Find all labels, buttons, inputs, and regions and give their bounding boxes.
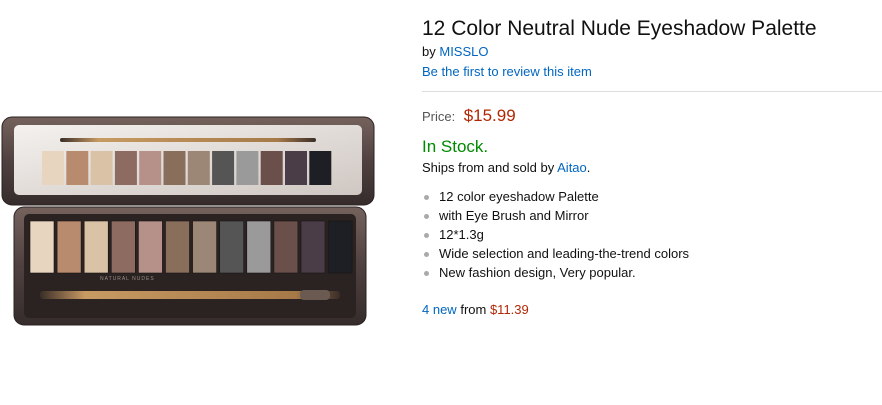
- product-title: 12 Color Neutral Nude Eyeshadow Palette: [422, 17, 817, 40]
- feature-item: Wide selection and leading-the-trend col…: [422, 245, 689, 264]
- palette-brand-text: NATURAL NUDES: [100, 276, 155, 282]
- ships-prefix: Ships from and sold by: [422, 160, 555, 175]
- bullet-icon: [424, 214, 429, 219]
- feature-text: 12 color eyeshadow Palette: [439, 189, 599, 204]
- offers-from-text: from: [460, 302, 487, 317]
- bullet-icon: [424, 233, 429, 238]
- feature-item: New fashion design, Very popular.: [422, 264, 689, 283]
- offers-row: 4 new from $11.39: [422, 302, 529, 317]
- shade-reflection: [260, 151, 283, 185]
- seller-link[interactable]: Aitao: [557, 160, 587, 175]
- base-brush: [40, 291, 340, 299]
- feature-item: 12 color eyeshadow Palette: [422, 188, 689, 207]
- shade-reflection: [114, 151, 137, 185]
- shade-pan: [192, 220, 217, 274]
- feature-text: New fashion design, Very popular.: [439, 265, 636, 280]
- shade-pan: [111, 220, 136, 274]
- bullet-icon: [424, 252, 429, 257]
- eyeshadow-palette-image: NATURAL NUDES: [1, 116, 375, 326]
- shade-reflection: [66, 151, 89, 185]
- price-value: $15.99: [463, 106, 516, 125]
- price-label: Price:: [422, 109, 456, 124]
- brush-tip: [300, 290, 330, 300]
- shade-reflection: [90, 151, 113, 185]
- shade-reflection: [187, 151, 210, 185]
- new-offers-link[interactable]: 4 new: [422, 302, 457, 317]
- review-link[interactable]: Be the first to review this item: [422, 64, 592, 79]
- shade-reflection: [42, 151, 64, 185]
- ships-from: Ships from and sold by Aitao.: [422, 160, 590, 175]
- shade-pan: [138, 220, 163, 274]
- stock-status: In Stock.: [422, 137, 489, 156]
- shade-reflection: [309, 151, 332, 185]
- by-prefix: by: [422, 44, 436, 59]
- product-image[interactable]: NATURAL NUDES: [0, 115, 380, 330]
- shade-reflection: [285, 151, 307, 185]
- shade-pan: [165, 220, 190, 274]
- shade-pan: [56, 220, 82, 274]
- feature-text: 12*1.3g: [439, 227, 484, 242]
- shade-pan: [29, 220, 55, 274]
- offers-price: $11.39: [489, 302, 529, 317]
- shade-pan: [83, 220, 109, 274]
- shade-reflection: [212, 151, 235, 185]
- feature-text: with Eye Brush and Mirror: [439, 208, 589, 223]
- feature-item: 12*1.3g: [422, 226, 689, 245]
- shade-pan: [327, 220, 353, 274]
- bullet-icon: [424, 195, 429, 200]
- feature-list: 12 color eyeshadow Palette with Eye Brus…: [422, 188, 689, 283]
- shade-pan: [273, 220, 299, 274]
- price-row: Price: $15.99: [422, 106, 516, 126]
- review-row: Be the first to review this item: [422, 64, 592, 79]
- byline: by MISSLO: [422, 44, 488, 59]
- feature-item: with Eye Brush and Mirror: [422, 207, 689, 226]
- shade-pan: [246, 220, 272, 274]
- shade-pan: [219, 220, 244, 274]
- shade-reflection: [139, 151, 162, 185]
- shade-reflection: [163, 151, 186, 185]
- ships-suffix: .: [586, 160, 591, 175]
- lid-brush: [60, 138, 316, 142]
- shade-pan: [300, 220, 326, 274]
- divider: [422, 91, 882, 92]
- brand-link[interactable]: MISSLO: [439, 44, 488, 59]
- feature-text: Wide selection and leading-the-trend col…: [439, 246, 690, 261]
- shade-reflection: [236, 151, 259, 185]
- bullet-icon: [424, 271, 429, 276]
